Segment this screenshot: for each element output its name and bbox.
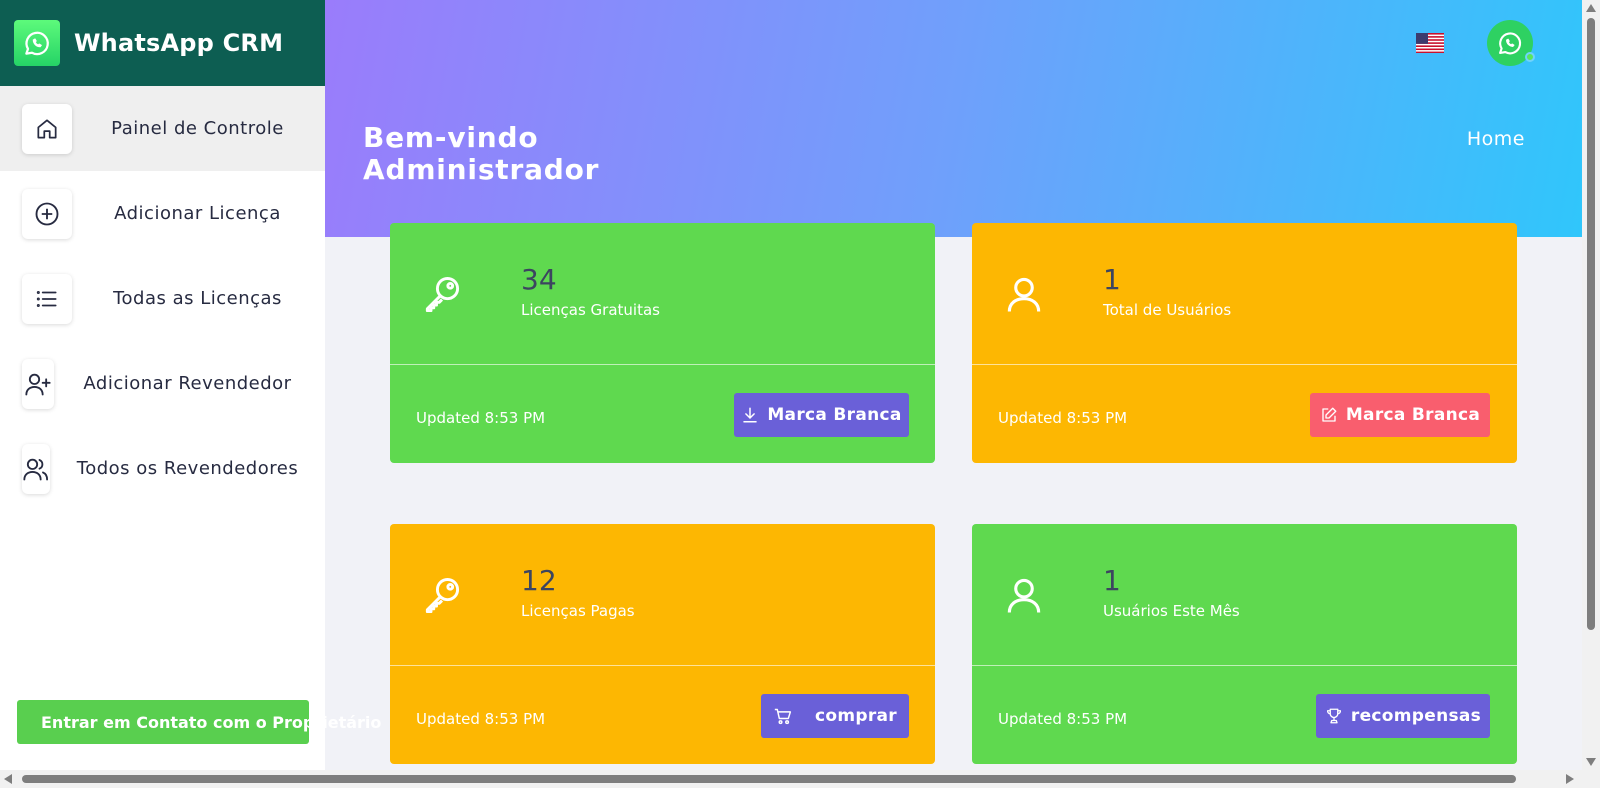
sidebar-item-label: Adicionar Revendedor — [83, 373, 292, 394]
card-count: 34 — [521, 263, 557, 296]
horizontal-scrollbar[interactable] — [0, 770, 1600, 788]
button-label: Marca Branca — [1345, 405, 1481, 425]
sidebar-item-label: Todos os Revendedores — [76, 458, 299, 479]
sidebar-nav: Painel de Controle Adicionar Licença Tod… — [0, 86, 325, 511]
welcome-user: Administrador — [363, 153, 600, 186]
breadcrumb-home[interactable]: Home — [1467, 128, 1525, 150]
scrollbar-thumb[interactable] — [1587, 18, 1595, 630]
card-total-users: 1 Total de Usuários Updated 8:53 PM Marc… — [972, 223, 1517, 463]
card-label: Licenças Pagas — [521, 602, 635, 620]
card-paid-licenses: 12 Licenças Pagas Updated 8:53 PM compra… — [390, 524, 935, 764]
edit-icon — [1322, 407, 1337, 422]
scroll-left-icon[interactable] — [4, 774, 12, 784]
sidebar-item-adicionar-revendedor[interactable]: Adicionar Revendedor — [0, 341, 325, 426]
card-count: 1 — [1103, 263, 1121, 296]
sidebar-item-painel-de-controle[interactable]: Painel de Controle — [0, 86, 325, 171]
whatsapp-icon — [1499, 32, 1522, 55]
user-icon — [1007, 277, 1041, 312]
card-body: 1 Usuários Este Mês — [972, 524, 1517, 666]
scroll-up-icon[interactable] — [1586, 4, 1596, 12]
rewards-button[interactable]: recompensas — [1316, 694, 1490, 738]
card-updated: Updated 8:53 PM — [416, 710, 546, 728]
card-updated: Updated 8:53 PM — [416, 409, 546, 427]
home-icon — [22, 103, 72, 154]
card-updated: Updated 8:53 PM — [998, 710, 1128, 728]
white-label-edit-button[interactable]: Marca Branca — [1310, 393, 1490, 437]
sidebar-item-adicionar-licenca[interactable]: Adicionar Licença — [0, 171, 325, 256]
scroll-down-icon[interactable] — [1586, 758, 1596, 766]
page-title: Bem-vindo Administrador — [363, 122, 599, 186]
sidebar-item-todos-os-revendedores[interactable]: Todos os Revendedores — [0, 426, 325, 511]
card-updated: Updated 8:53 PM — [998, 409, 1128, 427]
list-icon — [22, 273, 72, 324]
button-label: recompensas — [1350, 706, 1482, 726]
brand-header[interactable]: WhatsApp CRM — [0, 0, 325, 86]
vertical-scrollbar[interactable] — [1582, 0, 1600, 770]
contact-owner-label: Entrar em Contato com o Proprietário — [41, 712, 382, 732]
us-flag-icon[interactable] — [1416, 33, 1444, 53]
card-body: 1 Total de Usuários — [972, 223, 1517, 365]
key-icon — [425, 578, 460, 614]
contact-owner-button[interactable]: Entrar em Contato com o Proprietário — [17, 700, 381, 744]
card-count: 1 — [1103, 564, 1121, 597]
sidebar-item-label: Todas as Licenças — [113, 288, 282, 309]
scroll-right-icon[interactable] — [1566, 774, 1574, 784]
download-icon — [743, 407, 758, 423]
button-label: comprar — [815, 706, 897, 726]
card-count: 12 — [521, 564, 557, 597]
button-label: Marca Branca — [767, 405, 902, 425]
buy-button[interactable]: comprar — [761, 694, 909, 738]
scrollbar-thumb[interactable] — [22, 775, 1516, 783]
whatsapp-avatar[interactable] — [1487, 20, 1535, 66]
key-icon — [425, 277, 460, 313]
sidebar-item-todas-as-licencas[interactable]: Todas as Licenças — [0, 256, 325, 341]
whatsapp-icon — [14, 20, 60, 66]
page-header: Bem-vindo Administrador Home — [325, 0, 1582, 237]
card-label: Total de Usuários — [1103, 301, 1232, 319]
welcome-line: Bem-vindo — [363, 121, 539, 154]
trophy-icon — [1326, 708, 1341, 724]
sidebar-item-label: Painel de Controle — [111, 118, 284, 139]
card-users-this-month: 1 Usuários Este Mês Updated 8:53 PM reco… — [972, 524, 1517, 764]
plus-circle-icon — [22, 188, 72, 239]
sidebar: WhatsApp CRM Painel de Controle Adiciona… — [0, 0, 381, 770]
card-label: Licenças Gratuitas — [521, 301, 660, 319]
card-free-licenses: 34 Licenças Gratuitas Updated 8:53 PM Ma… — [390, 223, 935, 463]
card-body: 12 Licenças Pagas — [390, 524, 935, 666]
users-icon — [22, 443, 50, 494]
online-status-dot — [1525, 52, 1535, 62]
card-body: 34 Licenças Gratuitas — [390, 223, 935, 365]
white-label-download-button[interactable]: Marca Branca — [734, 393, 909, 437]
user-icon — [1007, 578, 1041, 613]
sidebar-item-label: Adicionar Licença — [114, 203, 281, 224]
card-label: Usuários Este Mês — [1103, 602, 1240, 620]
cart-icon — [774, 708, 792, 725]
brand-title: WhatsApp CRM — [74, 29, 284, 57]
